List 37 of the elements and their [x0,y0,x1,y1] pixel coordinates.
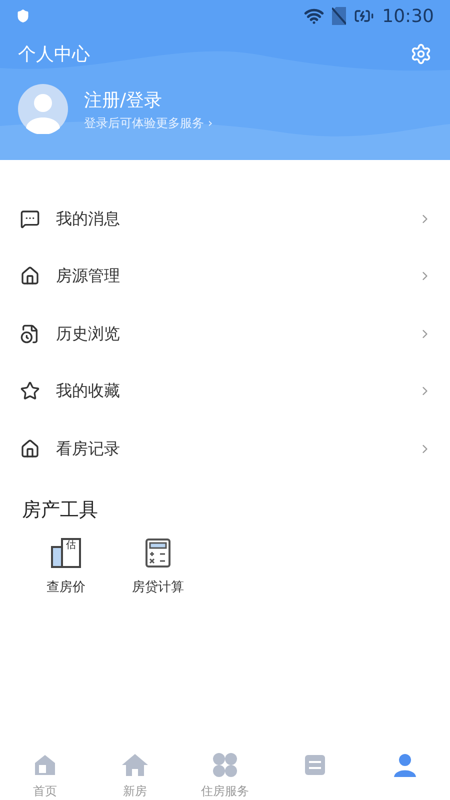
star-icon [20,381,40,402]
status-time: 10:30 [382,4,434,28]
nav-label: 首页 [33,783,57,800]
house-icon [20,266,40,286]
avatar[interactable] [18,84,68,134]
menu-item[interactable]: 看房记录 [0,420,450,478]
house-icon [121,752,149,778]
settings-icon[interactable] [410,43,432,65]
history-icon [20,324,40,344]
section-title: 房产工具 [22,498,99,522]
person-icon [392,752,418,778]
tool-label: 查房价 [46,579,86,597]
tool-item[interactable]: 房贷计算 [118,538,198,598]
grid-icon [212,752,238,778]
menu-item[interactable]: 我的收藏 [0,362,450,420]
menu-label: 房源管理 [56,265,121,288]
home-icon [20,438,40,459]
menu-label: 我的消息 [56,208,121,230]
nav-label: 新房 [123,783,147,800]
home-icon [32,752,58,778]
menu-label: 历史浏览 [56,322,121,345]
nav-label: 住房服务 [201,783,249,800]
menu-item[interactable]: 历史浏览 [0,305,450,362]
menu-item[interactable]: 房源管理 [0,248,450,305]
page-title: 个人中心 [18,42,90,66]
menu-label: 我的收藏 [56,380,121,402]
message-icon [20,208,40,229]
shield-icon [16,9,30,23]
no-sim-icon [332,7,346,25]
list-icon [302,752,328,778]
calculator-icon [145,538,171,568]
tool-item[interactable]: 估 查房价 [26,538,106,598]
wifi-icon [304,6,324,26]
estimate-label: 估 [66,540,76,553]
menu-label: 看房记录 [56,438,121,460]
tool-label: 房贷计算 [132,579,184,597]
menu-item[interactable]: 我的消息 [0,190,450,248]
